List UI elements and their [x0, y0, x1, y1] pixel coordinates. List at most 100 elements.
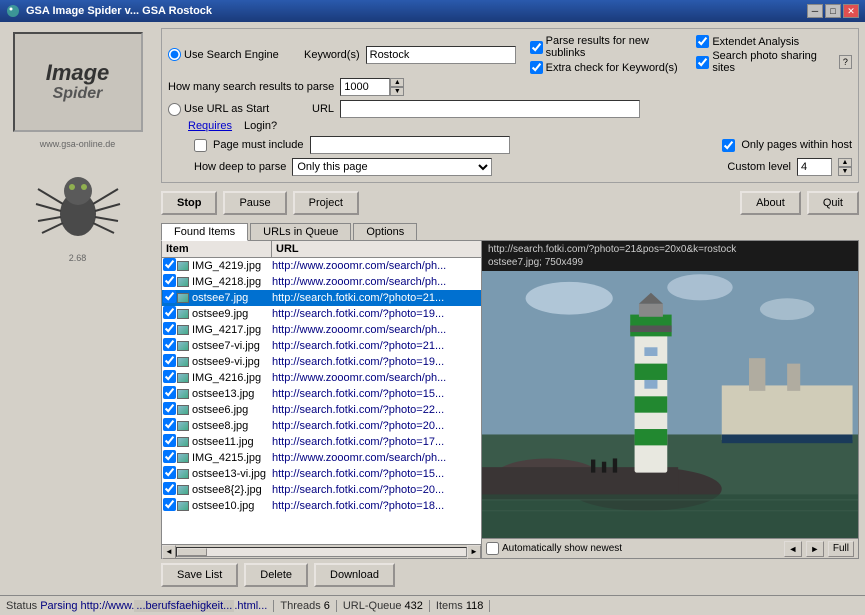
row-check[interactable] — [162, 482, 176, 498]
custom-spin-up[interactable]: ▲ — [838, 158, 852, 167]
table-row[interactable]: IMG_4219.jpghttp://www.zooomr.com/search… — [162, 258, 481, 274]
how-many-input[interactable] — [340, 78, 390, 96]
row-check[interactable] — [162, 434, 176, 450]
row-checkbox[interactable] — [163, 354, 176, 367]
pause-button[interactable]: Pause — [223, 191, 286, 215]
keywords-input[interactable] — [366, 46, 516, 64]
how-deep-select[interactable]: Only this page 1 level deep 2 levels dee… — [292, 158, 492, 176]
row-checkbox[interactable] — [163, 434, 176, 447]
info-icon[interactable]: ? — [839, 55, 852, 69]
app-icon — [6, 4, 20, 18]
scroll-left-arrow[interactable]: ◄ — [162, 545, 176, 559]
preview-url-bar: http://search.fotki.com/?photo=21&pos=20… — [482, 241, 858, 271]
row-check[interactable] — [162, 402, 176, 418]
row-check[interactable] — [162, 274, 176, 290]
extended-analysis-check[interactable] — [696, 35, 709, 48]
only-pages-check[interactable] — [722, 139, 735, 152]
row-checkbox[interactable] — [163, 498, 176, 511]
use-search-engine-option[interactable]: Use Search Engine — [168, 48, 298, 61]
table-row[interactable]: ostsee9.jpghttp://search.fotki.com/?phot… — [162, 306, 481, 322]
list-scroll[interactable]: IMG_4219.jpghttp://www.zooomr.com/search… — [162, 258, 481, 544]
horizontal-scrollbar[interactable]: ◄ ► — [162, 544, 481, 558]
row-check[interactable] — [162, 322, 176, 338]
table-row[interactable]: ostsee9-vi.jpghttp://search.fotki.com/?p… — [162, 354, 481, 370]
table-row[interactable]: ostsee13-vi.jpghttp://search.fotki.com/?… — [162, 466, 481, 482]
row-checkbox[interactable] — [163, 338, 176, 351]
scrollbar-track[interactable] — [176, 547, 467, 557]
row-thumbnail-icon — [176, 324, 190, 336]
maximize-button[interactable]: □ — [825, 4, 841, 18]
table-row[interactable]: ostsee7-vi.jpghttp://search.fotki.com/?p… — [162, 338, 481, 354]
table-row[interactable]: IMG_4216.jpghttp://www.zooomr.com/search… — [162, 370, 481, 386]
extra-check-checkbox[interactable] — [530, 61, 543, 74]
table-row[interactable]: ostsee11.jpghttp://search.fotki.com/?pho… — [162, 434, 481, 450]
table-row[interactable]: ostsee7.jpghttp://search.fotki.com/?phot… — [162, 290, 481, 306]
table-row[interactable]: IMG_4215.jpghttp://www.zooomr.com/search… — [162, 450, 481, 466]
row-checkbox[interactable] — [163, 258, 176, 271]
row-check[interactable] — [162, 466, 176, 482]
prev-nav-button[interactable]: ◄ — [784, 541, 802, 557]
row-check[interactable] — [162, 370, 176, 386]
auto-show-check[interactable] — [486, 542, 499, 555]
row-check[interactable] — [162, 338, 176, 354]
row-checkbox[interactable] — [163, 386, 176, 399]
table-row[interactable]: ostsee6.jpghttp://search.fotki.com/?phot… — [162, 402, 481, 418]
row-check[interactable] — [162, 290, 176, 306]
use-url-option[interactable]: Use URL as Start — [168, 103, 298, 116]
close-button[interactable]: ✕ — [843, 4, 859, 18]
tab-options[interactable]: Options — [353, 223, 417, 240]
row-checkbox[interactable] — [163, 306, 176, 319]
row-checkbox[interactable] — [163, 418, 176, 431]
row-checkbox[interactable] — [163, 322, 176, 335]
row-check[interactable] — [162, 418, 176, 434]
spin-down-button[interactable]: ▼ — [390, 87, 404, 96]
parse-sublinks-check[interactable] — [530, 41, 543, 54]
use-url-radio[interactable] — [168, 103, 181, 116]
table-row[interactable]: IMG_4218.jpghttp://www.zooomr.com/search… — [162, 274, 481, 290]
requires-link[interactable]: Requires — [188, 120, 232, 132]
row-checkbox[interactable] — [163, 274, 176, 287]
login-link[interactable]: Login? — [244, 120, 277, 132]
table-row[interactable]: ostsee8.jpghttp://search.fotki.com/?phot… — [162, 418, 481, 434]
tab-found-items[interactable]: Found Items — [161, 223, 248, 241]
search-photo-check[interactable] — [696, 56, 709, 69]
scrollbar-thumb[interactable] — [177, 548, 207, 556]
row-check[interactable] — [162, 354, 176, 370]
spin-up-button[interactable]: ▲ — [390, 78, 404, 87]
tab-urls-in-queue[interactable]: URLs in Queue — [250, 223, 351, 240]
row-checkbox[interactable] — [163, 482, 176, 495]
row-check[interactable] — [162, 258, 176, 274]
row-check[interactable] — [162, 386, 176, 402]
scroll-right-arrow[interactable]: ► — [467, 545, 481, 559]
about-button[interactable]: About — [740, 191, 801, 215]
project-button[interactable]: Project — [293, 191, 359, 215]
custom-level-input[interactable] — [797, 158, 832, 176]
table-row[interactable]: ostsee8{2}.jpghttp://search.fotki.com/?p… — [162, 482, 481, 498]
row-checkbox[interactable] — [163, 466, 176, 479]
page-must-include-input[interactable] — [310, 136, 510, 154]
table-row[interactable]: ostsee10.jpghttp://search.fotki.com/?pho… — [162, 498, 481, 514]
stop-button[interactable]: Stop — [161, 191, 217, 215]
row-thumbnail-icon — [176, 292, 190, 304]
row-checkbox[interactable] — [163, 402, 176, 415]
delete-button[interactable]: Delete — [244, 563, 308, 587]
table-row[interactable]: IMG_4217.jpghttp://www.zooomr.com/search… — [162, 322, 481, 338]
download-button[interactable]: Download — [314, 563, 395, 587]
full-button[interactable]: Full — [828, 541, 854, 557]
row-checkbox[interactable] — [163, 290, 176, 303]
row-name: ostsee9.jpg — [190, 308, 270, 320]
row-check[interactable] — [162, 450, 176, 466]
row-check[interactable] — [162, 306, 176, 322]
use-search-engine-radio[interactable] — [168, 48, 181, 61]
row-check[interactable] — [162, 498, 176, 514]
next-nav-button[interactable]: ► — [806, 541, 824, 557]
custom-spin-down[interactable]: ▼ — [838, 167, 852, 176]
url-input[interactable] — [340, 100, 640, 118]
table-row[interactable]: ostsee13.jpghttp://search.fotki.com/?pho… — [162, 386, 481, 402]
row-checkbox[interactable] — [163, 450, 176, 463]
row-checkbox[interactable] — [163, 370, 176, 383]
save-list-button[interactable]: Save List — [161, 563, 238, 587]
quit-button[interactable]: Quit — [807, 191, 859, 215]
page-must-include-check[interactable] — [194, 139, 207, 152]
minimize-button[interactable]: ─ — [807, 4, 823, 18]
